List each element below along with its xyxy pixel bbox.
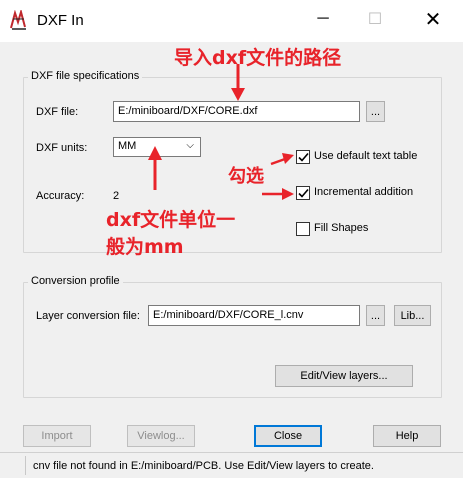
layer-conversion-browse-button[interactable]: ... <box>366 305 385 326</box>
chevron-down-icon: ⌵ <box>186 140 194 151</box>
window-title: DXF In <box>37 12 84 29</box>
annotation-unit-note-line1: dxf文件单位一 <box>106 209 236 231</box>
status-separator <box>25 456 26 475</box>
title-bar[interactable]: DXF In ─ ☐ ✕ <box>0 0 463 42</box>
use-default-text-checkbox[interactable] <box>296 150 310 164</box>
conversion-profile-group-label: Conversion profile <box>28 275 123 287</box>
annotation-check-note: 勾选 <box>228 166 264 187</box>
import-button[interactable]: Import <box>23 425 91 447</box>
dxf-units-select[interactable]: MM ⌵ <box>113 137 201 157</box>
minimize-button[interactable]: ─ <box>300 0 346 38</box>
close-button[interactable]: Close <box>254 425 322 447</box>
dxf-file-browse-button[interactable]: ... <box>366 101 385 122</box>
allegro-app-icon <box>10 8 28 30</box>
annotation-unit-note-line2: 般为mm <box>106 236 184 258</box>
checkmark-icon <box>298 152 309 162</box>
layer-conversion-label: Layer conversion file: <box>36 310 140 322</box>
incremental-addition-checkbox[interactable] <box>296 186 310 200</box>
status-bar: cnv file not found in E:/miniboard/PCB. … <box>0 452 463 478</box>
close-window-button[interactable]: ✕ <box>410 0 456 38</box>
checkmark-icon <box>298 188 309 198</box>
lib-button[interactable]: Lib... <box>394 305 431 326</box>
use-default-text-label[interactable]: Use default text table <box>314 150 417 162</box>
edit-view-layers-button[interactable]: Edit/View layers... <box>275 365 413 387</box>
dxf-file-input[interactable]: E:/miniboard/DXF/CORE.dxf <box>113 101 360 122</box>
fill-shapes-label[interactable]: Fill Shapes <box>314 222 368 234</box>
fill-shapes-checkbox[interactable] <box>296 222 310 236</box>
help-button[interactable]: Help <box>373 425 441 447</box>
dxf-units-value: MM <box>118 140 137 152</box>
dxf-units-label: DXF units: <box>36 142 88 154</box>
dxf-file-label: DXF file: <box>36 106 79 118</box>
viewlog-button[interactable]: Viewlog... <box>127 425 195 447</box>
accuracy-value: 2 <box>113 190 120 202</box>
annotation-path-note: 导入dxf文件的路径 <box>174 47 342 69</box>
maximize-button[interactable]: ☐ <box>352 0 398 38</box>
incremental-addition-label[interactable]: Incremental addition <box>314 186 413 198</box>
dxf-specs-group-label: DXF file specifications <box>28 70 143 82</box>
status-message: cnv file not found in E:/miniboard/PCB. … <box>33 460 374 472</box>
layer-conversion-input[interactable]: E:/miniboard/DXF/CORE_l.cnv <box>148 305 360 326</box>
accuracy-label: Accuracy: <box>36 190 85 202</box>
